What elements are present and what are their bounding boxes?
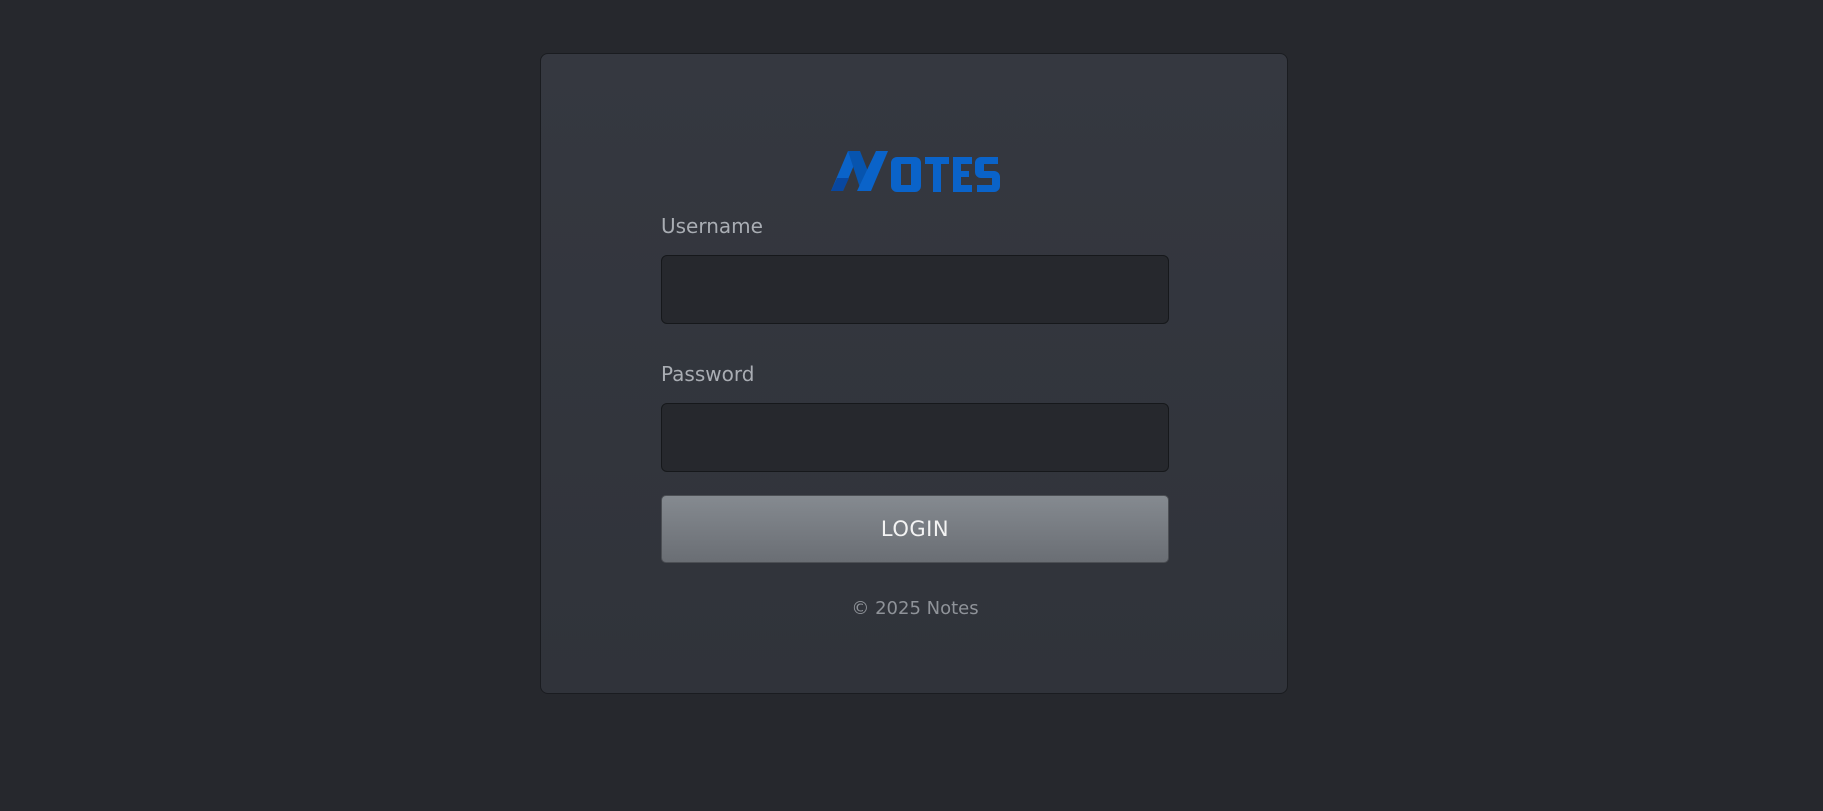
username-input[interactable]: [661, 255, 1169, 324]
password-label: Password: [661, 362, 755, 386]
login-card: Username Password LOGIN © 2025 Notes: [540, 53, 1288, 694]
username-label: Username: [661, 214, 763, 238]
password-input[interactable]: [661, 403, 1169, 472]
notes-logo-icon: [831, 142, 1001, 198]
copyright-footer: © 2025 Notes: [851, 598, 979, 619]
login-button[interactable]: LOGIN: [661, 495, 1169, 563]
login-form: Username Password LOGIN: [661, 214, 1169, 563]
